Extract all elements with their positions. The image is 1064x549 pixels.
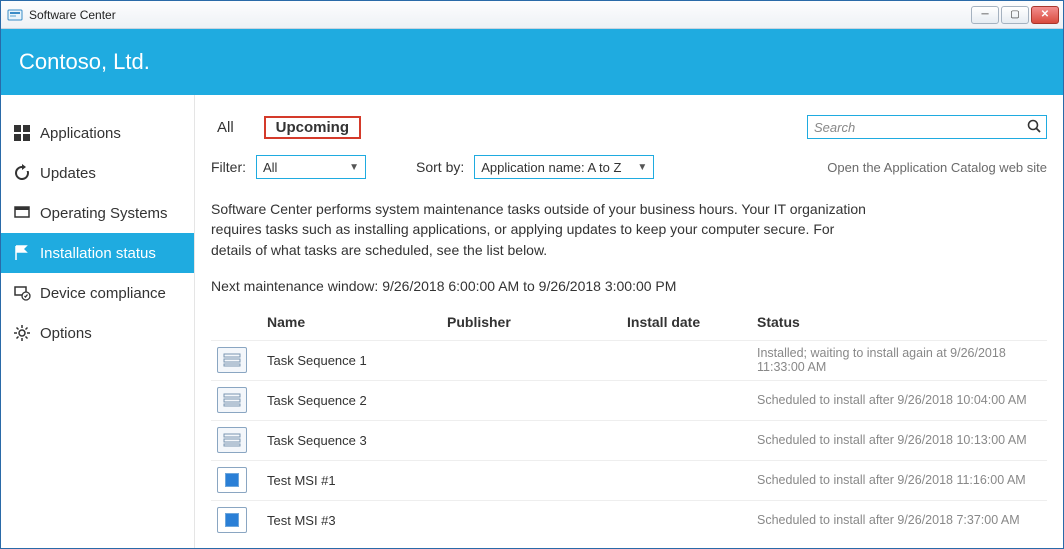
sort-value: Application name: A to Z bbox=[481, 160, 621, 175]
filter-combo[interactable]: All ▼ bbox=[256, 155, 366, 179]
close-button[interactable]: ✕ bbox=[1031, 6, 1059, 24]
sort-label: Sort by: bbox=[416, 159, 464, 175]
search-icon[interactable] bbox=[1027, 119, 1041, 136]
description-text: Software Center performs system maintena… bbox=[211, 199, 871, 260]
filter-value: All bbox=[263, 160, 277, 175]
main-content: All Upcoming Filter: All ▼ Sort by: bbox=[195, 95, 1063, 548]
sort-combo[interactable]: Application name: A to Z ▼ bbox=[474, 155, 654, 179]
items-table: Name Publisher Install date Status Task … bbox=[211, 308, 1047, 540]
col-install-date[interactable]: Install date bbox=[627, 314, 757, 330]
sidebar-item-applications[interactable]: Applications bbox=[1, 113, 194, 153]
sidebar-item-operating-systems[interactable]: Operating Systems bbox=[1, 193, 194, 233]
row-name: Task Sequence 2 bbox=[267, 393, 447, 408]
row-status: Scheduled to install after 9/26/2018 10:… bbox=[757, 393, 1047, 407]
app-icon bbox=[7, 7, 23, 23]
chevron-down-icon: ▼ bbox=[637, 162, 647, 173]
table-row[interactable]: Task Sequence 1 Installed; waiting to in… bbox=[211, 340, 1047, 380]
sidebar-item-updates[interactable]: Updates bbox=[1, 153, 194, 193]
col-status[interactable]: Status bbox=[757, 314, 1047, 330]
search-wrap bbox=[807, 115, 1047, 139]
row-name: Test MSI #1 bbox=[267, 473, 447, 488]
table-row[interactable]: Test MSI #1 Scheduled to install after 9… bbox=[211, 460, 1047, 500]
sidebar-item-label: Options bbox=[40, 325, 92, 342]
minimize-button[interactable]: ─ bbox=[971, 6, 999, 24]
sidebar-item-options[interactable]: Options bbox=[1, 313, 194, 353]
row-status: Scheduled to install after 9/26/2018 11:… bbox=[757, 473, 1047, 487]
filter-row: Filter: All ▼ Sort by: Application name:… bbox=[211, 155, 1047, 179]
shield-icon bbox=[13, 284, 31, 302]
sidebar-item-device-compliance[interactable]: Device compliance bbox=[1, 273, 194, 313]
os-icon bbox=[13, 204, 31, 222]
maximize-button[interactable]: ▢ bbox=[1001, 6, 1029, 24]
col-publisher[interactable]: Publisher bbox=[447, 314, 627, 330]
window-controls: ─ ▢ ✕ bbox=[971, 6, 1059, 24]
msi-package-icon bbox=[217, 467, 247, 493]
minimize-icon: ─ bbox=[981, 10, 988, 20]
refresh-icon bbox=[13, 164, 31, 182]
tab-all[interactable]: All bbox=[211, 117, 240, 138]
chevron-down-icon: ▼ bbox=[349, 162, 359, 173]
row-name: Task Sequence 1 bbox=[267, 353, 447, 368]
close-icon: ✕ bbox=[1041, 10, 1049, 20]
sidebar-item-label: Device compliance bbox=[40, 285, 166, 302]
table-row[interactable]: Task Sequence 2 Scheduled to install aft… bbox=[211, 380, 1047, 420]
task-sequence-icon bbox=[217, 427, 247, 453]
apps-icon bbox=[13, 124, 31, 142]
msi-package-icon bbox=[217, 507, 247, 533]
gear-icon bbox=[13, 324, 31, 342]
body: Applications Updates Operating Systems I… bbox=[1, 95, 1063, 548]
row-name: Task Sequence 3 bbox=[267, 433, 447, 448]
task-sequence-icon bbox=[217, 387, 247, 413]
sidebar-item-installation-status[interactable]: Installation status bbox=[1, 233, 194, 273]
sidebar-item-label: Updates bbox=[40, 165, 96, 182]
sidebar-item-label: Applications bbox=[40, 125, 121, 142]
search-input[interactable] bbox=[807, 115, 1047, 139]
app-window: Software Center ─ ▢ ✕ Contoso, Ltd. Appl… bbox=[0, 0, 1064, 549]
maintenance-window-text: Next maintenance window: 9/26/2018 6:00:… bbox=[211, 278, 1047, 294]
table-row[interactable]: Task Sequence 3 Scheduled to install aft… bbox=[211, 420, 1047, 460]
table-row[interactable]: Test MSI #3 Scheduled to install after 9… bbox=[211, 500, 1047, 540]
tab-upcoming[interactable]: Upcoming bbox=[264, 116, 361, 139]
task-sequence-icon bbox=[217, 347, 247, 373]
table-header: Name Publisher Install date Status bbox=[211, 308, 1047, 340]
catalog-link[interactable]: Open the Application Catalog web site bbox=[827, 160, 1047, 175]
sidebar: Applications Updates Operating Systems I… bbox=[1, 95, 195, 548]
titlebar: Software Center ─ ▢ ✕ bbox=[1, 1, 1063, 29]
flag-icon bbox=[13, 244, 31, 262]
row-status: Installed; waiting to install again at 9… bbox=[757, 346, 1047, 374]
sidebar-item-label: Operating Systems bbox=[40, 205, 168, 222]
row-status: Scheduled to install after 9/26/2018 10:… bbox=[757, 433, 1047, 447]
window-title: Software Center bbox=[29, 8, 116, 22]
sidebar-item-label: Installation status bbox=[40, 245, 156, 262]
row-name: Test MSI #3 bbox=[267, 513, 447, 528]
tab-row: All Upcoming bbox=[211, 115, 1047, 139]
maximize-icon: ▢ bbox=[1010, 10, 1019, 20]
row-status: Scheduled to install after 9/26/2018 7:3… bbox=[757, 513, 1047, 527]
brand-banner: Contoso, Ltd. bbox=[1, 29, 1063, 95]
col-name[interactable]: Name bbox=[267, 314, 447, 330]
filter-label: Filter: bbox=[211, 159, 246, 175]
org-name: Contoso, Ltd. bbox=[19, 49, 150, 75]
